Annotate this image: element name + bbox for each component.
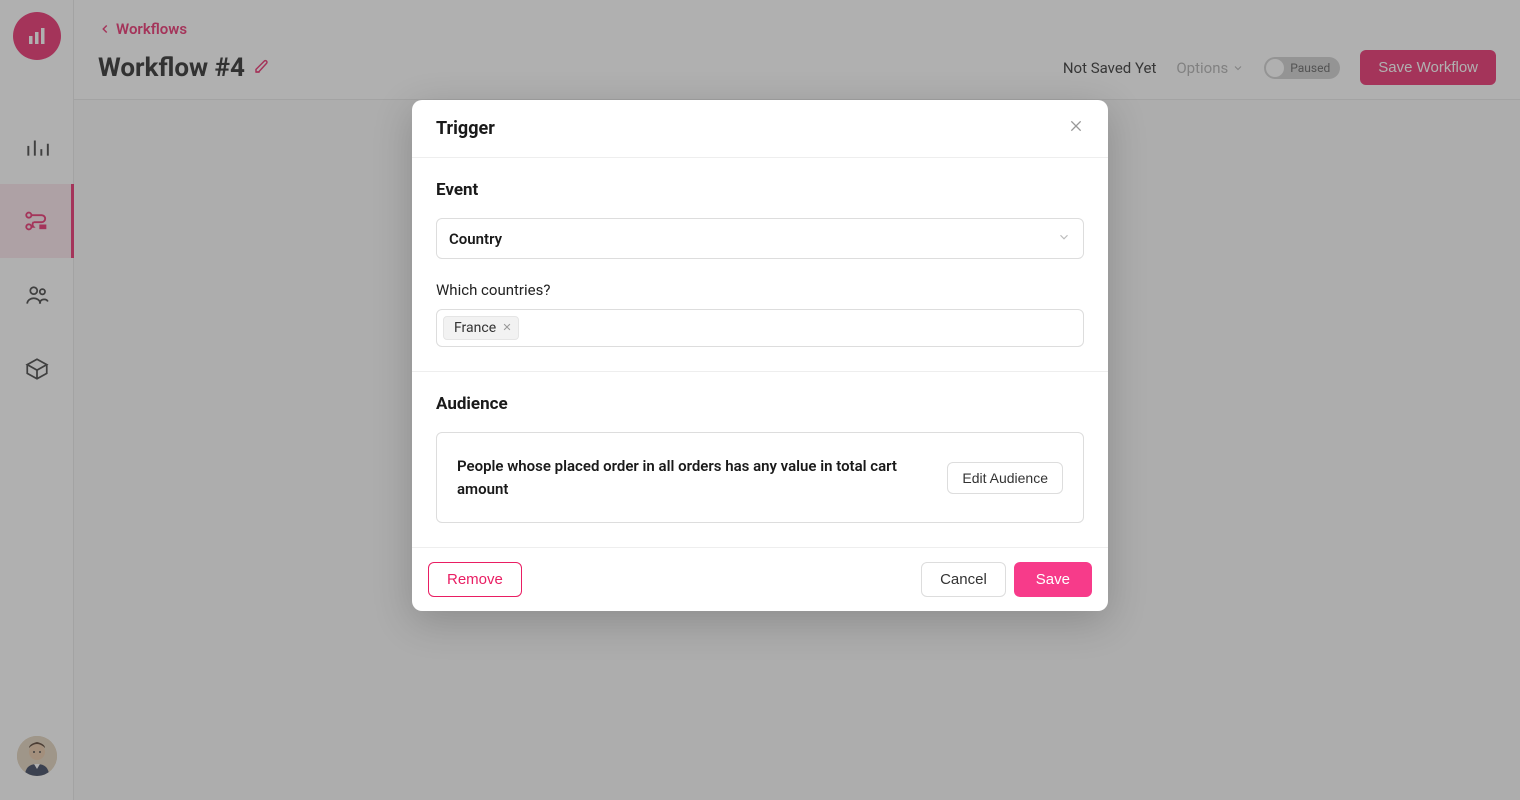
chevron-down-icon [1057,229,1071,248]
modal-title: Trigger [436,118,495,139]
modal-footer: Remove Cancel Save [412,547,1108,611]
tag-label: France [454,320,496,336]
countries-input[interactable]: France [436,309,1084,347]
modal-overlay[interactable]: Trigger Event Country Which countries? F… [0,0,1520,800]
audience-box: People whose placed order in all orders … [436,432,1084,523]
event-select-value: Country [449,230,502,248]
event-section-title: Event [436,180,1084,200]
audience-section: Audience People whose placed order in al… [412,371,1108,547]
x-icon [502,322,512,332]
countries-label: Which countries? [436,281,1084,299]
event-section: Event Country Which countries? France [412,158,1108,371]
cancel-button[interactable]: Cancel [921,562,1006,597]
edit-audience-button[interactable]: Edit Audience [947,462,1063,494]
trigger-modal: Trigger Event Country Which countries? F… [412,100,1108,611]
audience-description: People whose placed order in all orders … [457,455,927,500]
remove-button[interactable]: Remove [428,562,522,597]
tag-remove-button[interactable] [502,321,512,335]
modal-header: Trigger [412,100,1108,158]
country-tag: France [443,316,519,340]
close-button[interactable] [1068,118,1084,139]
audience-section-title: Audience [436,394,1084,414]
save-button[interactable]: Save [1014,562,1092,597]
close-icon [1068,118,1084,134]
event-select[interactable]: Country [436,218,1084,259]
